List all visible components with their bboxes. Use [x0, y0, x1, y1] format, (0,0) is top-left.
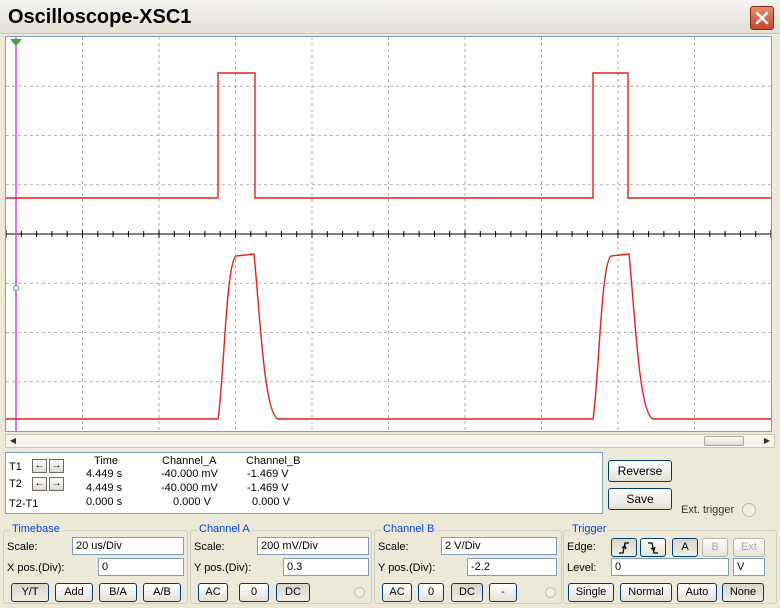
falling-edge-button[interactable] [640, 538, 666, 557]
channel-b-minus-button[interactable]: - [489, 583, 517, 602]
window-title: Oscilloscope-XSC1 [8, 6, 192, 28]
ext-trigger-terminal[interactable] [742, 503, 756, 517]
channel-a-ypos-label: Y pos.(Div): [194, 562, 252, 574]
t2-channel-b: -1.469 V [247, 482, 289, 494]
t2-t1-channel-b: 0.000 V [252, 496, 290, 508]
t1-time: 4.449 s [86, 468, 123, 480]
channel-a-terminal[interactable] [354, 587, 365, 598]
channel-b-dc-button[interactable]: DC [451, 583, 483, 602]
x-pos-field[interactable]: 0 [98, 558, 184, 576]
t2-label: T2 [9, 478, 22, 490]
ext-trigger-label: Ext. trigger [681, 504, 735, 516]
trigger-level-unit[interactable]: V [733, 558, 765, 576]
reverse-button[interactable]: Reverse [608, 460, 672, 482]
t1-channel-a: -40.000 mV [161, 468, 218, 480]
mode-ab-button[interactable]: A/B [143, 583, 181, 602]
channel-b-group: Channel B Scale: 2 V/Div Y pos.(Div): -2… [374, 523, 562, 604]
t2-left-button[interactable]: ← [32, 477, 47, 491]
close-button[interactable] [750, 6, 774, 30]
channel-a-ypos-field[interactable]: 0.3 [283, 558, 369, 576]
trigger-level-label: Level: [567, 562, 597, 574]
trigger-group: Trigger Edge: A B Ext Level: 0 V Single … [563, 523, 777, 604]
mode-yt-button[interactable]: Y/T [11, 583, 49, 602]
channel-b-marker-icon[interactable] [13, 285, 19, 291]
t1-left-button[interactable]: ← [32, 459, 47, 473]
timebase-title: Timebase [10, 523, 62, 535]
title-bar: Oscilloscope-XSC1 [0, 0, 780, 34]
mode-ba-button[interactable]: B/A [99, 583, 137, 602]
timebase-scale-field[interactable]: 20 us/Div [72, 537, 184, 555]
t1-label: T1 [9, 461, 22, 473]
timebase-scale-label: Scale: [7, 541, 38, 553]
trigger-title: Trigger [570, 523, 609, 535]
t2-t1-channel-a: 0.000 V [173, 496, 211, 508]
trigger-marker-icon[interactable] [10, 39, 22, 46]
channel-a-group: Channel A Scale: 200 mV/Div Y pos.(Div):… [190, 523, 372, 604]
scroll-left-icon[interactable]: ◀ [6, 435, 20, 447]
t1-right-button[interactable]: → [49, 459, 64, 473]
t2-channel-a: -40.000 mV [161, 482, 218, 494]
header-channel-a: Channel_A [162, 455, 217, 467]
header-time: Time [94, 455, 119, 467]
scroll-thumb[interactable] [704, 436, 744, 446]
trigger-none-button[interactable]: None [722, 583, 764, 602]
timebase-group: Timebase Scale: 20 us/Div X pos.(Div): 0… [3, 523, 188, 604]
trigger-source-b-button[interactable]: B [702, 538, 728, 557]
horizontal-scrollbar[interactable]: ◀ ▶ [5, 434, 775, 448]
t1-channel-b: -1.469 V [247, 468, 289, 480]
trigger-level-field[interactable]: 0 [611, 558, 729, 576]
trigger-normal-button[interactable]: Normal [620, 583, 672, 602]
t2-t1-time: 0.000 s [86, 496, 123, 508]
cursor-readout-panel: Time Channel_A Channel_B T1 ← → 4.449 s … [5, 452, 603, 514]
channel-a-title: Channel A [197, 523, 252, 535]
falling-edge-icon [648, 542, 658, 554]
channel-b-ypos-field[interactable]: -2.2 [467, 558, 557, 576]
x-pos-label: X pos.(Div): [7, 562, 65, 574]
channel-a-ac-button[interactable]: AC [198, 583, 228, 602]
trigger-single-button[interactable]: Single [568, 583, 614, 602]
t2-right-button[interactable]: → [49, 477, 64, 491]
channel-b-terminal[interactable] [545, 587, 556, 598]
channel-b-zero-button[interactable]: 0 [418, 583, 444, 602]
save-button[interactable]: Save [608, 488, 672, 510]
channel-b-scale-label: Scale: [378, 541, 409, 553]
header-channel-b: Channel_B [246, 455, 301, 467]
scope-display[interactable] [5, 36, 772, 432]
channel-a-dc-button[interactable]: DC [276, 583, 310, 602]
rising-edge-icon [619, 542, 629, 554]
trigger-auto-button[interactable]: Auto [677, 583, 717, 602]
scope-grid [6, 37, 771, 431]
t2-t1-label: T2-T1 [9, 498, 39, 510]
rising-edge-button[interactable] [611, 538, 637, 557]
channel-a-zero-button[interactable]: 0 [239, 583, 269, 602]
channel-b-scale-field[interactable]: 2 V/Div [441, 537, 557, 555]
close-icon [755, 11, 769, 25]
channel-b-title: Channel B [381, 523, 437, 535]
trigger-source-ext-button[interactable]: Ext [733, 538, 765, 557]
channel-b-ypos-label: Y pos.(Div): [378, 562, 436, 574]
mode-add-button[interactable]: Add [55, 583, 93, 602]
scroll-right-icon[interactable]: ▶ [760, 435, 774, 447]
t2-time: 4.449 s [86, 482, 123, 494]
channel-b-ac-button[interactable]: AC [382, 583, 412, 602]
trigger-source-a-button[interactable]: A [672, 538, 698, 557]
channel-a-scale-field[interactable]: 200 mV/Div [257, 537, 369, 555]
channel-a-scale-label: Scale: [194, 541, 225, 553]
trigger-edge-label: Edge: [567, 541, 596, 553]
